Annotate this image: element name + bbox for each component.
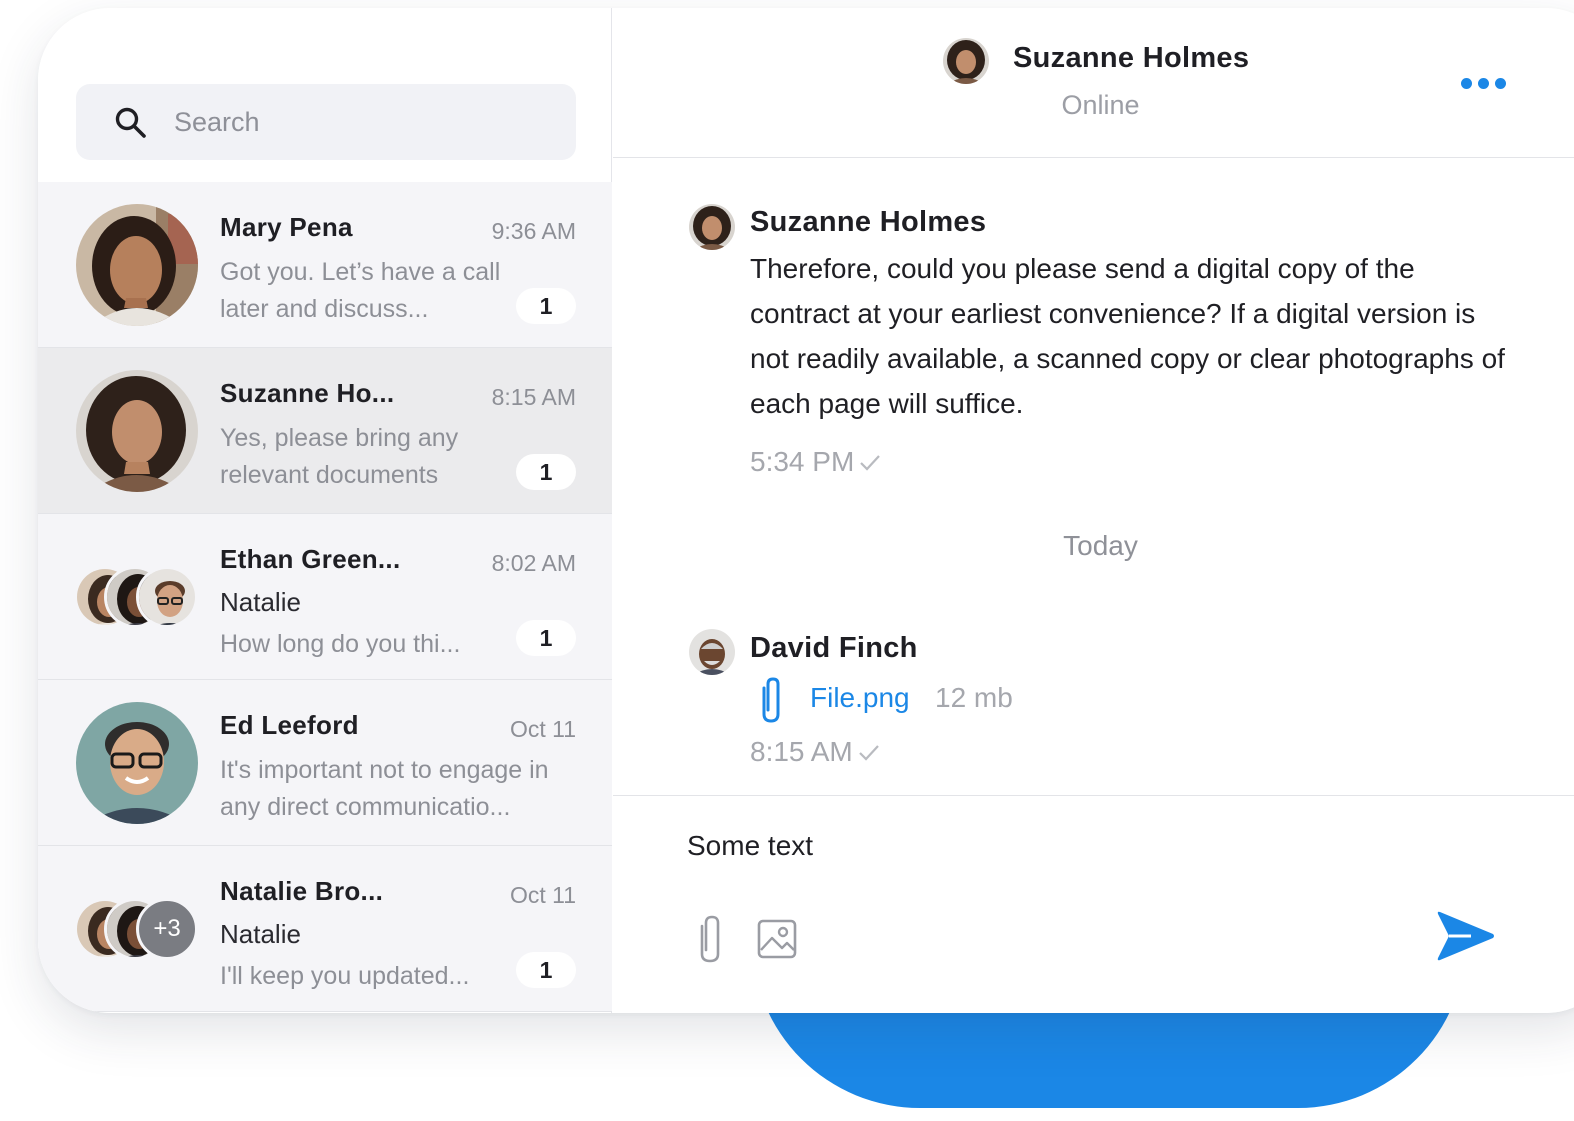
last-sender-name: Natalie (220, 919, 301, 949)
unread-badge: 1 (516, 620, 576, 656)
avatar (689, 204, 735, 250)
message-time: 5:34 PM (750, 446, 855, 477)
conversation-item-group[interactable]: Ethan Green... 8:02 AM Natalie How long … (38, 514, 612, 680)
search-box[interactable] (76, 84, 576, 160)
message-time: 8:15 AM (750, 736, 853, 767)
presence-status: Online (1061, 90, 1140, 120)
message-list: Suzanne Holmes Therefore, could you plea… (613, 158, 1574, 795)
chat-title: Suzanne Holmes (1013, 42, 1250, 74)
messenger-window: Mary Pena 9:36 AM Got you. Let’s have a … (38, 8, 1574, 1013)
conversation-name: Natalie Bro... (220, 876, 384, 906)
conversation-time: 9:36 AM (491, 218, 576, 244)
avatar (943, 38, 989, 84)
conversation-list: Mary Pena 9:36 AM Got you. Let’s have a … (38, 182, 612, 1012)
message-input[interactable]: Some text (687, 824, 1447, 874)
paperclip-icon[interactable] (697, 914, 723, 964)
more-members-badge: +3 (136, 898, 198, 960)
unread-badge: 1 (516, 952, 576, 988)
conversation-preview: It's important not to engage in any dire… (220, 756, 549, 821)
date-separator: Today (1063, 530, 1138, 561)
check-icon (860, 455, 881, 471)
conversation-name: Ed Leeford (220, 710, 359, 740)
conversation-name: Mary Pena (220, 212, 353, 242)
conversation-item-active[interactable]: Suzanne Ho... 8:15 AM Yes, please bring … (38, 348, 612, 514)
unread-badge: 1 (516, 454, 576, 490)
paperclip-icon (762, 677, 780, 723)
message-time-row: 5:34 PM (750, 446, 882, 478)
conversation-name: Ethan Green... (220, 544, 401, 574)
message-composer: Some text (613, 795, 1574, 1013)
unread-badge: 1 (516, 288, 576, 324)
last-sender-name: Natalie (220, 587, 301, 617)
conversation-item[interactable]: Ed Leeford Oct 11 It's important not to … (38, 680, 612, 846)
message-time-row: 8:15 AM (750, 736, 881, 768)
avatar (76, 370, 198, 492)
conversation-item[interactable]: Mary Pena 9:36 AM Got you. Let’s have a … (38, 182, 612, 348)
avatar (136, 566, 198, 628)
file-attachment-link[interactable]: File.png (810, 682, 910, 714)
avatar (76, 702, 198, 824)
chat-panel: Suzanne Holmes Online Suzanne Holmes The… (613, 8, 1574, 1013)
avatar (689, 629, 735, 675)
more-horizontal-icon (1461, 77, 1472, 89)
send-icon[interactable] (1437, 908, 1497, 964)
search-icon (115, 107, 146, 138)
conversation-time: Oct 11 (509, 716, 576, 742)
check-icon (858, 745, 879, 761)
file-size: 12 mb (935, 682, 1013, 713)
conversation-preview: I'll keep you updated... (220, 962, 470, 990)
message-text: Therefore, could you please send a digit… (750, 253, 1505, 419)
avatar (76, 204, 198, 326)
conversation-time: 8:15 AM (491, 384, 576, 410)
conversation-item-group[interactable]: +3 Natalie Bro... Oct 11 Natalie I'll ke… (38, 846, 612, 1012)
image-icon[interactable] (756, 918, 798, 960)
conversation-sidebar: Mary Pena 9:36 AM Got you. Let’s have a … (38, 8, 612, 1013)
message-sender: Suzanne Holmes (750, 206, 987, 238)
conversation-time: Oct 11 (509, 882, 576, 908)
chat-header: Suzanne Holmes Online (613, 8, 1574, 158)
conversation-time: 8:02 AM (491, 550, 576, 576)
conversation-preview: Got you. Let’s have a call later and dis… (220, 258, 501, 323)
conversation-preview: How long do you thi... (220, 630, 461, 658)
conversation-name: Suzanne Ho... (220, 378, 395, 408)
conversation-preview: Yes, please bring any relevant documents (220, 424, 459, 489)
search-input[interactable] (174, 102, 554, 142)
more-options-button[interactable] (1461, 68, 1521, 98)
message-sender: David Finch (750, 632, 918, 664)
